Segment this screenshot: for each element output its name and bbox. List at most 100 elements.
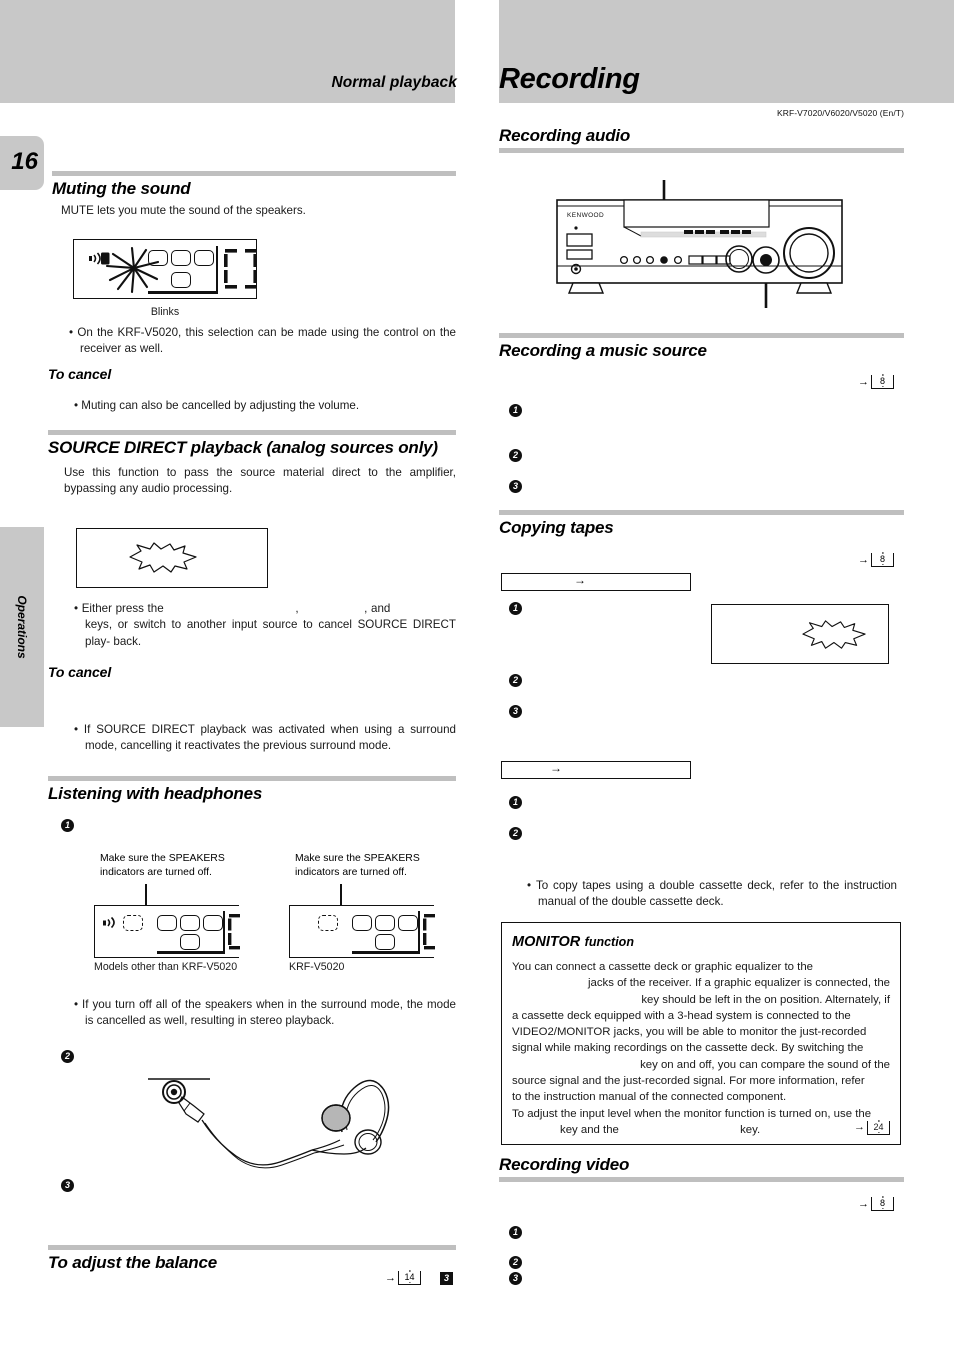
speaker-indicator-2 — [180, 915, 200, 931]
speaker-indicator-3 — [398, 915, 418, 931]
speaker-indicator-3 — [194, 250, 214, 266]
heading-to-cancel-source-direct: To cancel — [48, 664, 112, 680]
speakers-indicator-blinking — [123, 915, 143, 931]
section-muting-the-sound: Muting the sound MUTE lets you mute the … — [52, 171, 456, 219]
speaker-indicator-4 — [375, 934, 395, 950]
arrow-icon: → — [385, 1271, 396, 1284]
illustration-box-copying-tapes — [711, 604, 889, 664]
arrow-icon: → — [854, 1121, 865, 1134]
speaker-group-divider — [223, 911, 226, 954]
page-reference-balance: → 14 3 — [385, 1271, 453, 1285]
svg-text:KENWOOD: KENWOOD — [567, 212, 604, 219]
step-marker: 2 — [509, 449, 522, 463]
section-tab-operations: Operations — [0, 527, 44, 727]
seven-segment-display — [423, 914, 437, 957]
monitor-body: You can connect a cassette deck or graph… — [512, 959, 890, 1138]
monitor-line-3: key should be left in the on position. A… — [641, 993, 890, 1006]
heading-rule — [499, 333, 904, 338]
copying-tapes-step-5: 2 — [509, 825, 522, 843]
speaker-group-divider — [216, 246, 219, 294]
monitor-line-1: You can connect a cassette deck or graph… — [512, 961, 813, 973]
monitor-line-4: a cassette deck equipped with a 3-head s… — [512, 1009, 851, 1022]
headphones-step-2: 2 — [61, 1048, 74, 1066]
speaker-icon — [103, 916, 121, 935]
heading-rule — [499, 148, 904, 154]
music-source-step-2: 2 — [509, 447, 522, 465]
monitor-line-2: jacks of the receiver. If a graphic equa… — [587, 977, 890, 990]
headphones-step-1: 1 — [61, 817, 74, 835]
step-marker: 3 — [509, 1272, 522, 1286]
heading-listening-with-headphones: Listening with headphones — [48, 784, 263, 803]
heading-rule — [48, 430, 456, 435]
muting-note: • On the KRF-V5020, this selection can b… — [69, 326, 456, 356]
illustration-box-source-direct — [76, 528, 268, 588]
section-headphones: Listening with headphones — [48, 776, 456, 803]
recording-video-step-3: 3 — [509, 1270, 522, 1288]
speaker-indicator-2 — [375, 915, 395, 931]
source-direct-note: • Either press the , , and keys, or swit… — [74, 602, 456, 648]
speaker-group-underline — [352, 951, 418, 954]
step-marker: 3 — [509, 705, 522, 719]
page-number-tab: 16 — [0, 136, 44, 190]
source-direct-cancel-note: • If SOURCE DIRECT playback was activate… — [74, 723, 456, 753]
step-marker: 3 — [440, 1271, 453, 1285]
speaker-group-underline — [157, 951, 223, 954]
receiver-front-panel-illustration: KENWOOD — [551, 180, 851, 313]
recording-video-step-1: 1 — [509, 1224, 522, 1242]
section-recording-music-source: Recording a music source — [499, 333, 904, 360]
step-marker: 2 — [509, 1256, 522, 1270]
music-source-step-1: 1 — [509, 402, 522, 420]
flow-box-copy-direction-1: → — [501, 573, 691, 591]
lcd-display-models-other — [94, 905, 242, 958]
flow-box-copy-direction-2: → — [501, 761, 691, 779]
book-icon: 24 — [867, 1120, 890, 1135]
section-source-direct: SOURCE DIRECT playback (analog sources o… — [48, 430, 456, 457]
heading-recording-video: Recording video — [499, 1155, 630, 1174]
book-icon: 8 — [871, 553, 894, 567]
heading-recording-audio: Recording audio — [499, 126, 631, 145]
label-models-other: Models other than KRF-V5020 — [94, 961, 238, 973]
model-number-line: KRF-V7020/V6020/V5020 (En/T) — [776, 108, 904, 118]
step-marker: 1 — [509, 796, 522, 810]
copying-tapes-step-2: 2 — [509, 672, 522, 690]
speaker-indicator-3 — [203, 915, 223, 931]
page-reference-copying-tapes: → 8 — [858, 553, 894, 567]
speaker-indicator-4 — [180, 934, 200, 950]
monitor-line-6: signal while making recordings on the ca… — [512, 1042, 864, 1055]
copying-tapes-step-1: 1 — [509, 600, 522, 618]
step-marker: 1 — [509, 404, 522, 418]
callout-speakers-off-right: Make sure the SPEAKERS indicators are tu… — [295, 853, 420, 879]
heading-rule — [48, 776, 456, 781]
heading-rule — [499, 1177, 904, 1183]
copying-tapes-note: • To copy tapes using a double cassette … — [527, 879, 898, 909]
monitor-line-11: key and the key. → 24 — [512, 1120, 890, 1138]
step-marker: 3 — [509, 480, 522, 494]
seven-segment-display — [228, 914, 242, 957]
leader-line-left — [145, 884, 147, 906]
monitor-label: MONITOR — [512, 934, 581, 950]
speaker-indicator-1 — [352, 915, 372, 931]
speaker-indicator-2 — [171, 250, 191, 266]
section-tab-label: Operations — [15, 595, 29, 659]
running-head: Normal playback — [331, 74, 457, 91]
step-marker: 2 — [509, 827, 522, 841]
step-marker: 1 — [509, 1226, 522, 1240]
speakers-indicator-blinking — [318, 915, 338, 931]
step-marker: 3 — [61, 1179, 74, 1193]
heading-to-cancel-muting: To cancel — [48, 366, 112, 382]
callout-speakers-off-left: Make sure the SPEAKERS indicators are tu… — [100, 853, 225, 879]
heading-rule — [52, 171, 456, 176]
speaker-indicator-1 — [157, 915, 177, 931]
arrow-icon: → — [858, 553, 869, 566]
speaker-group-divider — [418, 911, 421, 954]
heading-source-direct: SOURCE DIRECT playback (analog sources o… — [48, 438, 438, 457]
muting-intro: MUTE lets you mute the sound of the spea… — [61, 204, 306, 218]
heading-rule — [48, 1245, 456, 1250]
step-marker: 1 — [509, 602, 522, 616]
heading-rule — [499, 510, 904, 515]
arrow-icon: → — [574, 573, 586, 587]
copying-tapes-step-4: 1 — [509, 794, 522, 812]
leader-line-right — [340, 884, 342, 906]
arrow-icon: → — [858, 375, 869, 388]
heading-to-adjust-the-balance: To adjust the balance — [48, 1253, 217, 1272]
